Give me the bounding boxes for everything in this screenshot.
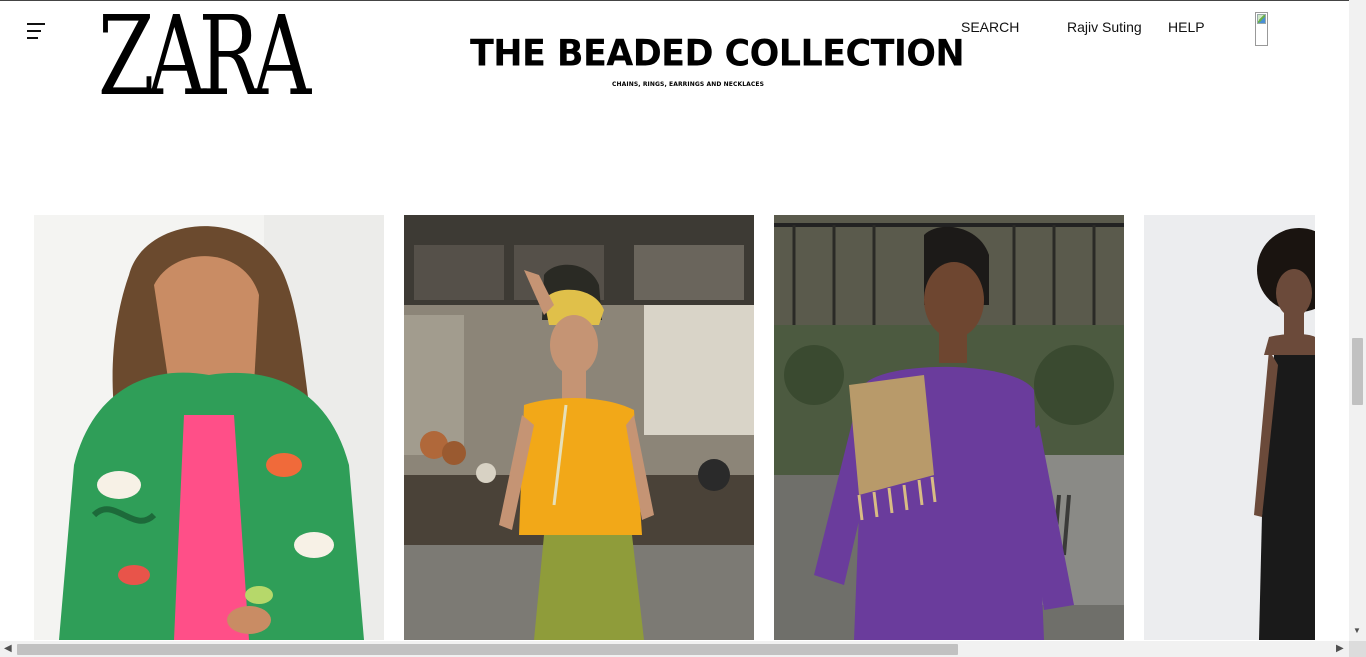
shopping-bag-icon[interactable] xyxy=(1255,12,1268,46)
collection-title[interactable]: THE BEADED COLLECTION xyxy=(470,33,965,75)
horizontal-scrollbar[interactable]: ◀ ▶ xyxy=(0,641,1349,657)
hamburger-menu-icon[interactable] xyxy=(24,20,50,42)
product-image-yellow-bandeau-top[interactable] xyxy=(404,215,754,640)
model-photo-1 xyxy=(34,215,384,640)
scrollbar-corner xyxy=(1349,641,1366,657)
collection-subtitle: CHAINS, RINGS, EARRINGS AND NECKLACES xyxy=(612,81,764,88)
horizontal-scroll-thumb[interactable] xyxy=(17,644,958,655)
scroll-right-arrow-icon[interactable]: ▶ xyxy=(1336,643,1344,654)
model-photo-2 xyxy=(404,215,754,640)
product-image-green-floral-shirt[interactable] xyxy=(34,215,384,640)
product-image-purple-beaded-dress[interactable] xyxy=(774,215,1124,640)
scroll-down-arrow-icon[interactable]: ▼ xyxy=(1353,626,1361,635)
logo-text: ZARA xyxy=(98,0,311,120)
vertical-scroll-thumb[interactable] xyxy=(1352,338,1363,405)
vertical-scrollbar[interactable]: ▼ xyxy=(1349,0,1366,641)
user-account-link[interactable]: Rajiv Suting xyxy=(1067,19,1142,36)
search-link[interactable]: SEARCH xyxy=(961,19,1019,36)
model-photo-4 xyxy=(1144,215,1315,640)
product-gallery xyxy=(34,215,1315,640)
model-photo-3 xyxy=(774,215,1124,640)
help-link[interactable]: HELP xyxy=(1168,19,1205,36)
zara-logo[interactable]: ZARA xyxy=(98,0,322,120)
scroll-left-arrow-icon[interactable]: ◀ xyxy=(4,643,12,654)
product-image-black-satin-dress[interactable] xyxy=(1144,215,1315,640)
broken-image-icon xyxy=(1257,14,1266,24)
